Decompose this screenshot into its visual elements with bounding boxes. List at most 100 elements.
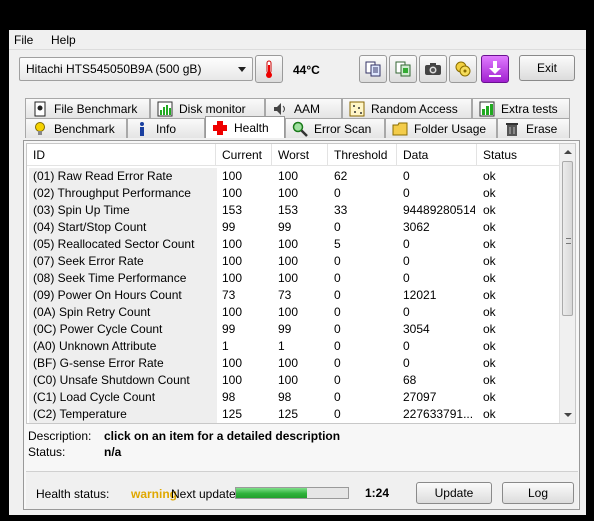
tab-benchmark[interactable]: Benchmark	[25, 118, 127, 138]
scroll-up-icon[interactable]	[564, 150, 572, 154]
lightbulb-icon	[35, 121, 45, 135]
drive-select[interactable]: Hitachi HTS545050B9A (500 gB)	[19, 57, 253, 81]
table-row[interactable]: (05) Reallocated Sector Count 100 100 5 0 ok	[27, 236, 561, 253]
tab-random-access[interactable]: Random Access	[342, 98, 472, 118]
footer-bar: Health status: warning Next update: 1:24…	[26, 471, 578, 509]
trash-icon	[506, 122, 518, 136]
menu-file[interactable]: File	[14, 33, 33, 47]
tab-extra-tests[interactable]: Extra tests	[472, 98, 570, 118]
tab-erase[interactable]: Erase	[497, 118, 570, 138]
cell-id: (09) Power On Hours Count	[29, 287, 217, 304]
red-cross-icon	[213, 120, 227, 135]
tab-file-benchmark[interactable]: File Benchmark	[25, 98, 150, 118]
column-header-data[interactable]: Data	[397, 144, 477, 166]
copy-screenshot-button[interactable]	[389, 55, 417, 83]
table-row[interactable]: (01) Raw Read Error Rate 100 100 62 0 ok	[27, 168, 561, 185]
grip-icon	[566, 238, 571, 244]
cell-worst: 100	[278, 186, 299, 200]
column-header-worst[interactable]: Worst	[272, 144, 328, 166]
tab-folder-usage[interactable]: Folder Usage	[385, 118, 497, 138]
cell-status: ok	[483, 305, 496, 319]
tab-label: Disk monitor	[179, 101, 246, 116]
cell-threshold: 0	[334, 271, 341, 285]
table-row[interactable]: (C1) Load Cycle Count 98 98 0 27097 ok	[27, 389, 561, 406]
extra-tests-icon	[479, 101, 495, 116]
cell-worst: 100	[278, 373, 299, 387]
table-row[interactable]: (09) Power On Hours Count 73 73 0 12021 ok	[27, 287, 561, 304]
cell-id: (BF) G-sense Error Rate	[29, 355, 217, 372]
table-row[interactable]: (C2) Temperature 125 125 0 227633791... ok	[27, 406, 561, 423]
table-row[interactable]: (08) Seek Time Performance 100 100 0 0 ok	[27, 270, 561, 287]
cell-status: ok	[483, 254, 496, 268]
table-row[interactable]: (03) Spin Up Time 153 153 33 94489280514 ok	[27, 202, 561, 219]
table-row[interactable]: (07) Seek Error Rate 100 100 0 0 ok	[27, 253, 561, 270]
cell-data: 94489280514	[403, 203, 475, 217]
update-button[interactable]: Update	[416, 482, 492, 504]
tab-health[interactable]: Health	[205, 116, 285, 138]
table-row[interactable]: (02) Throughput Performance 100 100 0 0 ok	[27, 185, 561, 202]
cell-current: 100	[222, 373, 243, 387]
cell-status: ok	[483, 288, 496, 302]
tab-disk-monitor[interactable]: Disk monitor	[150, 98, 265, 118]
cell-threshold: 62	[334, 169, 348, 183]
column-header-threshold[interactable]: Threshold	[328, 144, 397, 166]
table-row[interactable]: (0A) Spin Retry Count 100 100 0 0 ok	[27, 304, 561, 321]
cell-id: (C0) Unsafe Shutdown Count	[29, 372, 217, 389]
column-header-id[interactable]: ID	[27, 144, 216, 166]
cell-worst: 1	[278, 339, 285, 353]
copy-icon	[365, 61, 381, 77]
cell-data: 0	[403, 305, 410, 319]
options-button[interactable]	[449, 55, 477, 83]
scrollbar-thumb[interactable]	[562, 161, 573, 316]
tab-error-scan[interactable]: Error Scan	[285, 118, 385, 138]
download-button[interactable]	[481, 55, 509, 83]
tab-label: File Benchmark	[54, 101, 138, 116]
tab-label: Folder Usage	[414, 121, 487, 136]
progress-fill	[236, 488, 307, 498]
smart-table[interactable]: ID Current Worst Threshold Data Status (…	[26, 143, 576, 424]
cell-current: 98	[222, 390, 236, 404]
cell-current: 100	[222, 305, 243, 319]
scroll-down-icon[interactable]	[564, 413, 572, 417]
copy-text-button[interactable]	[359, 55, 387, 83]
cell-current: 153	[222, 203, 243, 217]
column-header-current[interactable]: Current	[216, 144, 272, 166]
cell-threshold: 0	[334, 322, 341, 336]
column-header-status[interactable]: Status	[477, 144, 561, 166]
cell-id: (02) Throughput Performance	[29, 185, 217, 202]
tab-info[interactable]: Info	[127, 118, 205, 138]
tab-aam[interactable]: AAM	[265, 98, 342, 118]
cell-data: 0	[403, 339, 410, 353]
log-button[interactable]: Log	[502, 482, 574, 504]
copy-image-icon	[395, 61, 411, 77]
camera-icon	[425, 63, 441, 75]
cell-threshold: 0	[334, 305, 341, 319]
cell-worst: 100	[278, 305, 299, 319]
table-row[interactable]: (A0) Unknown Attribute 1 1 0 0 ok	[27, 338, 561, 355]
temperature-button[interactable]	[255, 55, 283, 83]
cell-threshold: 0	[334, 373, 341, 387]
menu-help[interactable]: Help	[51, 33, 76, 47]
screenshot-button[interactable]	[419, 55, 447, 83]
cell-current: 99	[222, 220, 236, 234]
drive-select-value: Hitachi HTS545050B9A (500 gB)	[26, 62, 202, 76]
cell-data: 12021	[403, 288, 437, 302]
cell-status: ok	[483, 271, 496, 285]
table-row[interactable]: (BF) G-sense Error Rate 100 100 0 0 ok	[27, 355, 561, 372]
cell-data: 0	[403, 356, 410, 370]
tab-label: Random Access	[371, 101, 458, 116]
vertical-scrollbar[interactable]	[559, 144, 575, 423]
table-row[interactable]: (04) Start/Stop Count 99 99 0 3062 ok	[27, 219, 561, 236]
tab-label: Info	[156, 121, 177, 136]
tab-label: Benchmark	[54, 121, 115, 136]
cell-id: (04) Start/Stop Count	[29, 219, 217, 236]
table-row[interactable]: (0C) Power Cycle Count 99 99 0 3054 ok	[27, 321, 561, 338]
cell-status: ok	[483, 356, 496, 370]
exit-button[interactable]: Exit	[519, 55, 575, 81]
table-row[interactable]: (C0) Unsafe Shutdown Count 100 100 0 68 ok	[27, 372, 561, 389]
description-label: Description:	[28, 429, 92, 443]
cell-current: 100	[222, 271, 243, 285]
cell-id: (03) Spin Up Time	[29, 202, 217, 219]
cell-worst: 98	[278, 390, 292, 404]
cell-threshold: 5	[334, 237, 341, 251]
